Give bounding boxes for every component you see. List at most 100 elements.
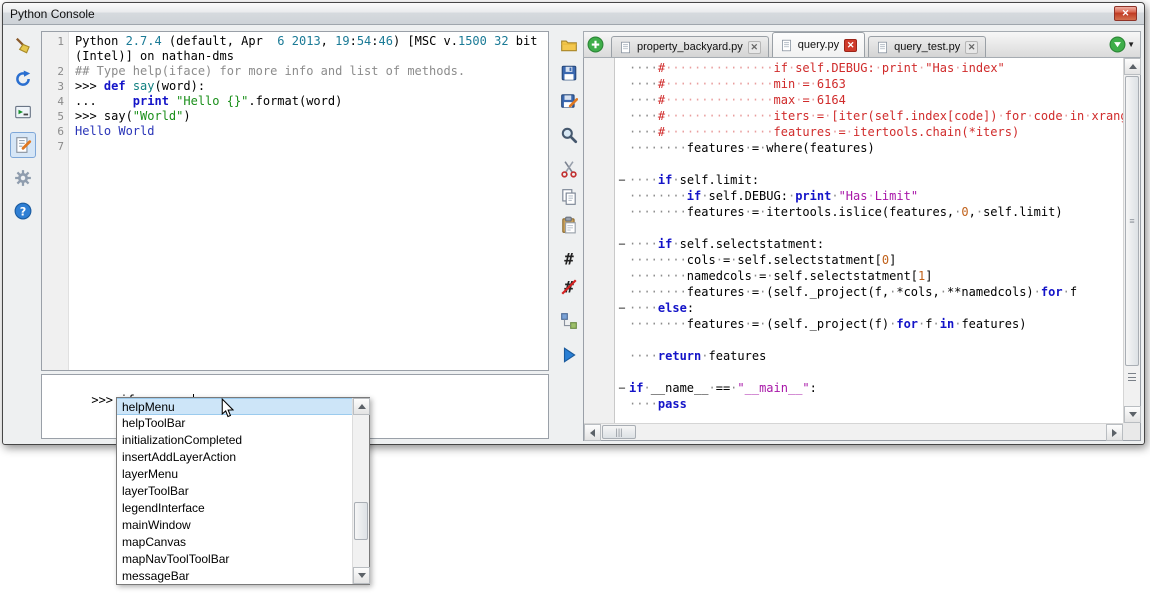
object-inspector-button[interactable] [557, 309, 581, 333]
autocomplete-item-mapCanvas[interactable]: mapCanvas [117, 534, 352, 551]
editor-line-number-gutter [584, 58, 615, 423]
tab-label: query.py [798, 39, 839, 51]
fold-margin [615, 76, 629, 92]
editor-horizontal-scrollbar[interactable]: ||| [584, 423, 1123, 440]
tab-close-button[interactable]: ✕ [748, 41, 761, 54]
autocomplete-item-mapNavToolToolBar[interactable]: mapNavToolToolBar [117, 551, 352, 568]
autocomplete-item-insertAddLayerAction[interactable]: insertAddLayerAction [117, 449, 352, 466]
code-text: ····#···············features·=·itertools… [629, 124, 1019, 140]
run-script-button[interactable] [557, 343, 581, 367]
new-tab-button[interactable] [587, 36, 604, 53]
close-button[interactable]: ✕ [1114, 6, 1137, 21]
uncomment-button[interactable]: # [557, 275, 581, 299]
paste-icon [560, 216, 578, 234]
editor-line: 202········if·self.DEBUG:·print·"Has·Lim… [584, 188, 1123, 204]
title-bar[interactable]: Python Console ✕ [3, 3, 1144, 25]
code-text: ········features·=·(self._project(f)·for… [629, 316, 1026, 332]
save-as-button[interactable] [557, 89, 581, 113]
tab-close-button[interactable]: ✕ [965, 41, 978, 54]
fold-margin [615, 156, 629, 172]
code-text: ········if·self.DEBUG:·print·"Has·Limit" [629, 188, 918, 204]
scroll-down-button[interactable] [353, 567, 370, 584]
scroll-right-button[interactable] [1106, 424, 1123, 441]
line-number: 6 [42, 124, 69, 139]
fold-marker[interactable]: − [615, 172, 629, 188]
autocomplete-item-initializationCompleted[interactable]: initializationCompleted [117, 432, 352, 449]
code-text: ········cols·=·self.selectstatment[0] [629, 252, 896, 268]
scrollbar-marker [1128, 373, 1136, 381]
scroll-left-button[interactable] [584, 424, 601, 441]
horizontal-scrollbar-thumb[interactable]: ||| [602, 425, 636, 439]
import-class-button[interactable] [10, 66, 36, 92]
settings-button[interactable] [10, 165, 36, 191]
scroll-up-button[interactable] [353, 398, 370, 415]
svg-text:#: # [564, 250, 574, 268]
autocomplete-item-layerMenu[interactable]: layerMenu [117, 466, 352, 483]
fold-marker[interactable]: − [615, 300, 629, 316]
cut-button[interactable] [557, 157, 581, 181]
console-line-text: Python 2.7.4 (default, Apr 6 2013, 19:54… [69, 34, 537, 49]
code-text: ········namedcols·=·self.selectstatment[… [629, 268, 933, 284]
console-line: 6Hello World [42, 124, 548, 139]
editor-line: 208········features·=·(self._project(f,·… [584, 284, 1123, 300]
tab-property_backyard.py[interactable]: property_backyard.py✕ [611, 36, 769, 57]
vertical-scrollbar-thumb[interactable]: ≡ [1125, 76, 1139, 366]
mouse-cursor [221, 398, 234, 423]
line-number: 4 [42, 94, 69, 109]
scroll-up-button[interactable] [1124, 58, 1141, 75]
fold-margin [615, 348, 629, 364]
tab-close-button[interactable]: ✕ [844, 39, 857, 52]
code-text: ····pass [629, 396, 687, 412]
find-button[interactable] [557, 123, 581, 147]
editor-toolbar: ## [555, 33, 583, 441]
console-lines: 1Python 2.7.4 (default, Apr 6 2013, 19:5… [42, 34, 548, 154]
paste-button[interactable] [557, 213, 581, 237]
copy-button[interactable] [557, 185, 581, 209]
console-line-text: (Intel)] on nathan-dms [69, 49, 234, 64]
autocomplete-item-helpToolBar[interactable]: helpToolBar [117, 415, 352, 432]
run-command-button[interactable] [10, 99, 36, 125]
comment-icon: # [560, 250, 578, 268]
autocomplete-item-helpMenu[interactable]: helpMenu [117, 398, 352, 415]
editor-vertical-scrollbar[interactable]: ≡ [1123, 58, 1140, 423]
save-icon [560, 64, 578, 82]
copy-icon [560, 188, 578, 206]
help-button[interactable]: ? [10, 198, 36, 224]
run-options-icon [1109, 36, 1126, 53]
autocomplete-scrollbar[interactable] [352, 398, 369, 584]
editor-line: 213 [584, 364, 1123, 380]
scroll-down-button[interactable] [1124, 406, 1141, 423]
console-line: 4... print "Hello {}".format(word) [42, 94, 548, 109]
console-toolbar: ? [7, 33, 39, 224]
open-file-button[interactable] [557, 33, 581, 57]
run-options-button[interactable]: ▼ [1109, 36, 1135, 53]
console-output[interactable]: 1Python 2.7.4 (default, Apr 6 2013, 19:5… [41, 31, 549, 371]
line-number: 1 [42, 34, 69, 49]
fold-margin [615, 204, 629, 220]
autocomplete-item-legendInterface[interactable]: legendInterface [117, 500, 352, 517]
editor-line: 211 [584, 332, 1123, 348]
fold-margin [615, 140, 629, 156]
clear-console-button[interactable] [10, 33, 36, 59]
fold-margin [615, 188, 629, 204]
code-area[interactable]: 194····#···············if·self.DEBUG:·pr… [584, 58, 1123, 423]
console-line: 7 [42, 139, 548, 154]
autocomplete-item-mainWindow[interactable]: mainWindow [117, 517, 352, 534]
fold-marker[interactable]: − [615, 236, 629, 252]
tab-query_test.py[interactable]: query_test.py✕ [868, 36, 986, 57]
code-text: ····#···············max·=·6164 [629, 92, 846, 108]
fold-margin [615, 60, 629, 76]
code-text: ········features·=·itertools.islice(feat… [629, 204, 1063, 220]
line-number: 7 [42, 139, 69, 154]
tab-query.py[interactable]: query.py ✕ [772, 32, 865, 57]
console-line: 2## Type help(iface) for more info and l… [42, 64, 548, 79]
editor-line: 196····#···············max·=·6164 [584, 92, 1123, 108]
fold-marker[interactable]: − [615, 380, 629, 396]
comment-button[interactable]: # [557, 247, 581, 271]
show-editor-button[interactable] [10, 132, 36, 158]
autocomplete-scrollbar-thumb[interactable] [354, 502, 368, 540]
console-line: 5>>> say("World") [42, 109, 548, 124]
save-button[interactable] [557, 61, 581, 85]
autocomplete-item-layerToolBar[interactable]: layerToolBar [117, 483, 352, 500]
autocomplete-item-messageBar[interactable]: messageBar [117, 568, 352, 584]
